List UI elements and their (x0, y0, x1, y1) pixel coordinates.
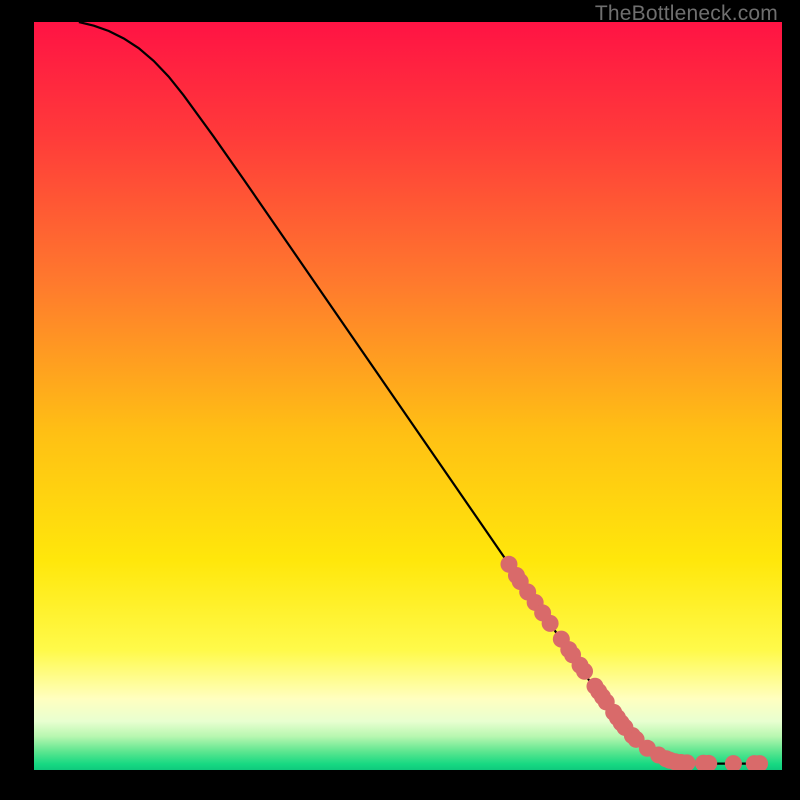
scatter-point (576, 663, 593, 680)
gradient-background (34, 22, 782, 770)
chart-svg (34, 22, 782, 770)
chart-frame (34, 22, 782, 770)
scatter-point (542, 615, 559, 632)
